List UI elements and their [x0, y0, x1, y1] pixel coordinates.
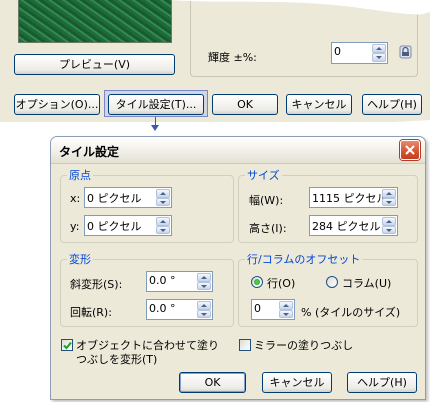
brightness-spinner[interactable]: 0: [331, 42, 388, 64]
spin-up-icon[interactable]: [197, 301, 211, 310]
offset-value: 0: [254, 302, 261, 315]
transform-fill-checkbox[interactable]: [61, 339, 73, 351]
size-group: サイズ 幅(W): 1115 ピクセル 高さ(I): 284 ピクセル: [238, 169, 418, 243]
transform-group-title: 変形: [67, 253, 93, 266]
bg-help-button[interactable]: ヘルプ(H): [362, 94, 422, 115]
offset-group: 行/コラムのオフセット 行(O) コラム(U) 0 % (タイルのサイズ): [238, 253, 418, 327]
background-dialog: プレビュー(V) 輝度 ±%: 0 オプション(O)... タイル設定(T)..…: [0, 0, 430, 122]
close-icon: [405, 145, 415, 155]
tile-settings-button[interactable]: タイル設定(T)...: [108, 94, 204, 115]
tile-settings-dialog: タイル設定 原点 x: 0 ピクセル y: 0 ピクセル サイズ 幅(W): 1…: [50, 136, 426, 400]
brightness-label: 輝度 ±%:: [208, 51, 257, 64]
height-spinner[interactable]: 284 ピクセル: [309, 215, 398, 236]
spin-down-icon[interactable]: [197, 281, 211, 290]
rotate-value: 0.0 °: [149, 302, 176, 315]
torn-edge-bottom: [0, 120, 430, 126]
origin-group-title: 原点: [67, 169, 93, 182]
close-button[interactable]: [400, 140, 420, 160]
cancel-button[interactable]: キャンセル: [262, 372, 332, 393]
origin-y-spinner[interactable]: 0 ピクセル: [84, 215, 172, 236]
spin-down-icon[interactable]: [156, 225, 170, 234]
transform-fill-label-line2[interactable]: つぶしを変形(T): [76, 351, 157, 367]
spin-down-icon[interactable]: [197, 309, 211, 318]
row-radio[interactable]: [251, 276, 263, 288]
title-bar: タイル設定: [51, 137, 425, 164]
spin-up-icon[interactable]: [372, 44, 386, 53]
size-group-title: サイズ: [245, 169, 282, 182]
dialog-title: タイル設定: [59, 145, 120, 159]
height-label: 高さ(I):: [249, 222, 287, 235]
rotate-spinner[interactable]: 0.0 °: [146, 299, 213, 320]
brightness-value: 0: [334, 45, 341, 58]
spin-down-icon[interactable]: [382, 225, 396, 234]
spin-up-icon[interactable]: [382, 189, 396, 198]
mirror-fill-checkbox[interactable]: [239, 339, 251, 351]
spin-down-icon[interactable]: [382, 197, 396, 206]
torn-edge: [170, 0, 430, 15]
checkmark-icon: [63, 341, 72, 350]
spin-up-icon[interactable]: [382, 217, 396, 226]
preview-button[interactable]: プレビュー(V): [14, 54, 175, 75]
arrow-down-icon: [151, 125, 159, 131]
row-radio-label[interactable]: 行(O): [267, 275, 295, 291]
origin-x-spinner[interactable]: 0 ピクセル: [84, 187, 172, 208]
mirror-fill-label[interactable]: ミラーの塗りつぶし: [254, 337, 353, 353]
options-button[interactable]: オプション(O)...: [14, 94, 100, 115]
spin-up-icon[interactable]: [279, 301, 293, 310]
offset-group-title: 行/コラムのオフセット: [245, 253, 363, 266]
width-value: 1115 ピクセル: [312, 192, 388, 205]
spin-up-icon[interactable]: [197, 273, 211, 282]
skew-label: 斜変形(S):: [70, 278, 123, 291]
offset-unit-label: % (タイルのサイズ): [301, 306, 401, 319]
origin-y-value: 0 ピクセル: [87, 220, 142, 233]
width-label: 幅(W):: [249, 194, 284, 207]
y-label: y:: [70, 220, 80, 233]
lock-icon[interactable]: [399, 45, 412, 59]
ok-button[interactable]: OK: [179, 372, 246, 393]
height-value: 284 ピクセル: [312, 220, 381, 233]
bg-cancel-button[interactable]: キャンセル: [286, 94, 352, 115]
origin-x-value: 0 ピクセル: [87, 192, 142, 205]
rotate-label: 回転(R):: [70, 306, 112, 319]
skew-spinner[interactable]: 0.0 °: [146, 271, 213, 292]
x-label: x:: [70, 192, 81, 205]
column-radio-label[interactable]: コラム(U): [342, 275, 391, 291]
column-radio[interactable]: [326, 276, 338, 288]
skew-value: 0.0 °: [149, 274, 176, 287]
transform-group: 変形 斜変形(S): 0.0 ° 回転(R): 0.0 °: [60, 253, 234, 327]
width-spinner[interactable]: 1115 ピクセル: [309, 187, 398, 208]
spin-down-icon[interactable]: [372, 53, 386, 62]
origin-group: 原点 x: 0 ピクセル y: 0 ピクセル: [60, 169, 234, 243]
spin-up-icon[interactable]: [156, 189, 170, 198]
bg-ok-button[interactable]: OK: [212, 94, 278, 115]
offset-spinner[interactable]: 0: [251, 299, 295, 320]
help-button[interactable]: ヘルプ(H): [347, 372, 417, 393]
spin-down-icon[interactable]: [156, 197, 170, 206]
spin-down-icon[interactable]: [279, 309, 293, 318]
spin-up-icon[interactable]: [156, 217, 170, 226]
